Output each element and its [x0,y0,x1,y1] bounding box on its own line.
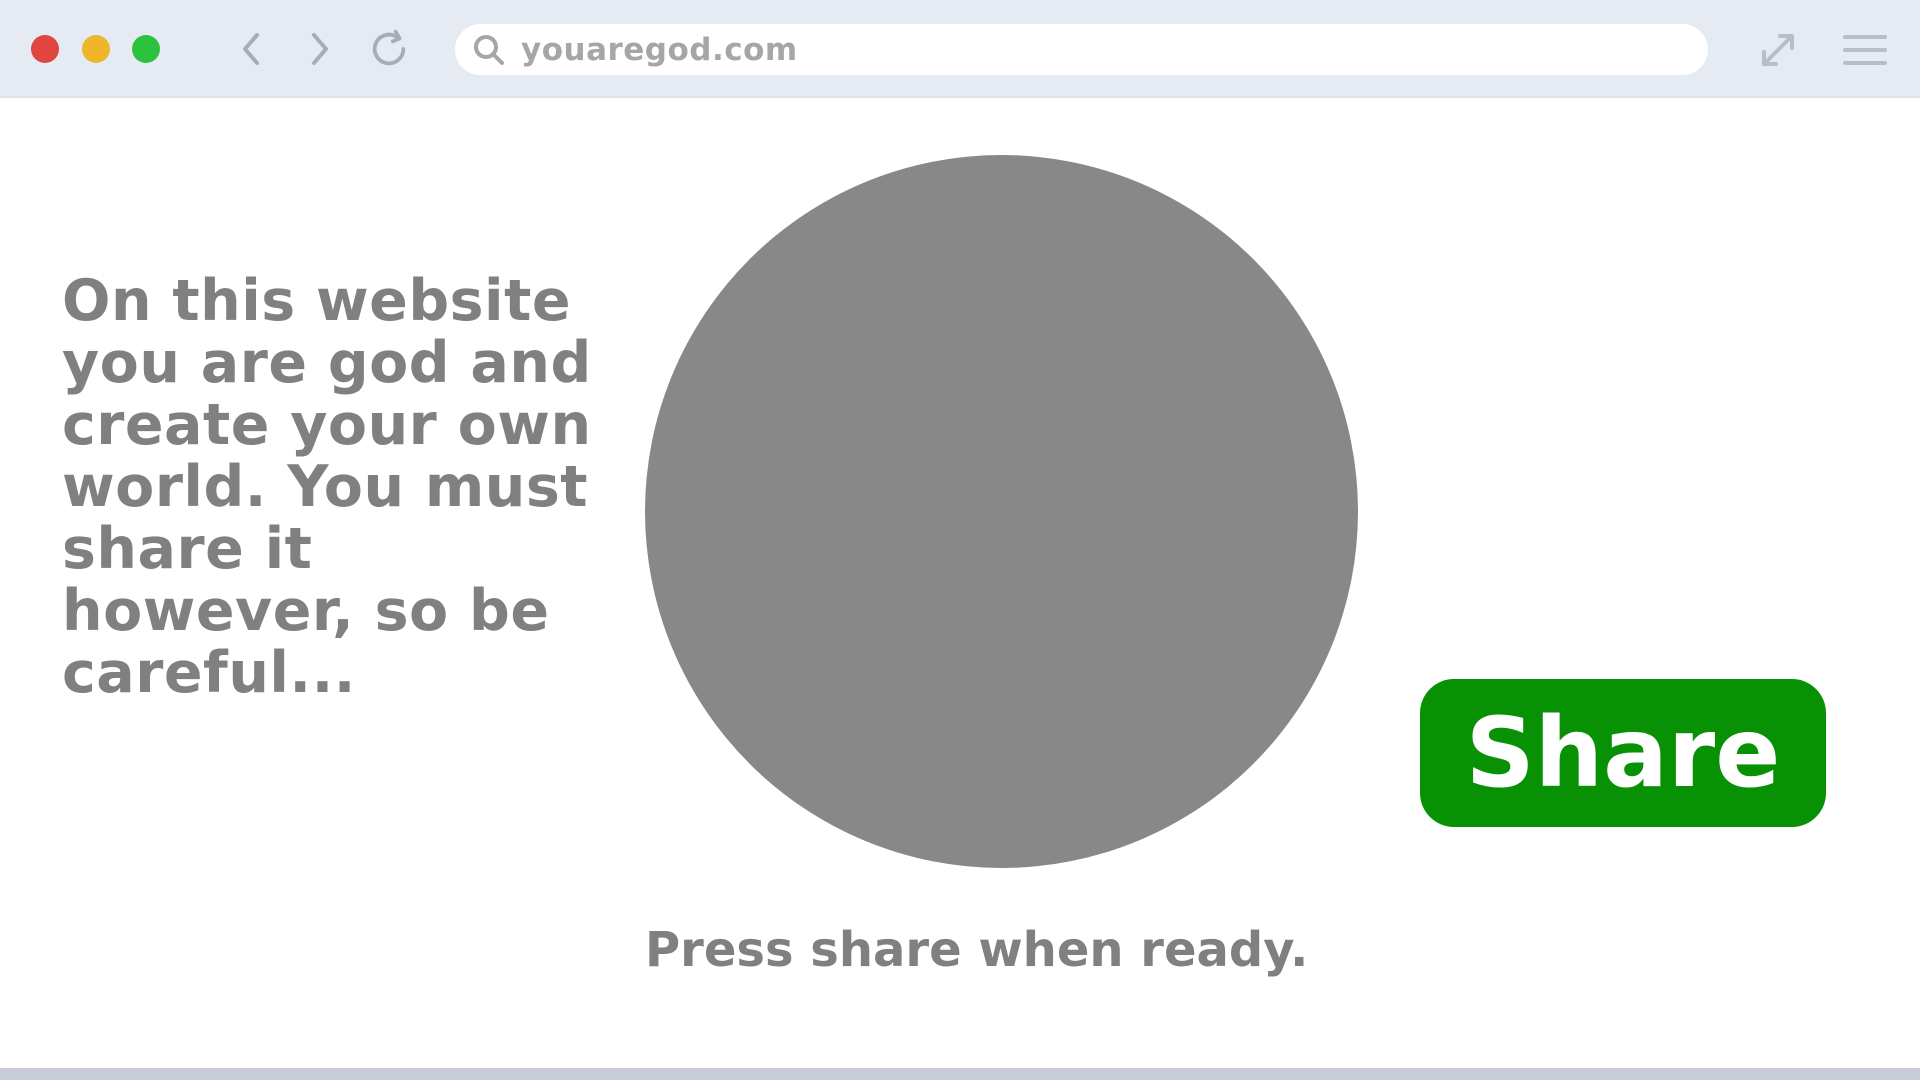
menu-button[interactable] [1840,27,1890,73]
share-hint: Press share when ready. [645,922,1309,978]
address-bar[interactable]: youaregod.com [455,24,1708,75]
share-button[interactable]: Share [1420,679,1826,827]
intro-text: On this website you are god and create y… [62,268,592,706]
maximize-window-button[interactable] [132,35,160,63]
minimize-window-button[interactable] [82,35,110,63]
window-bottom-edge [0,1068,1920,1080]
reload-button[interactable] [367,27,411,71]
hamburger-menu-icon [1843,35,1887,65]
browser-window: youaregod.com On this website you are go… [0,0,1920,1080]
close-window-button[interactable] [31,35,59,63]
expand-button[interactable] [1755,27,1801,73]
chevron-left-icon [243,33,259,65]
chevron-right-icon [312,33,328,65]
reload-icon [372,29,406,66]
forward-button[interactable] [297,27,341,71]
browser-toolbar: youaregod.com [0,0,1920,98]
back-button[interactable] [230,27,274,71]
expand-icon [1762,34,1794,66]
url-text[interactable]: youaregod.com [521,32,798,68]
search-icon [469,30,509,70]
world-canvas[interactable] [645,155,1358,868]
